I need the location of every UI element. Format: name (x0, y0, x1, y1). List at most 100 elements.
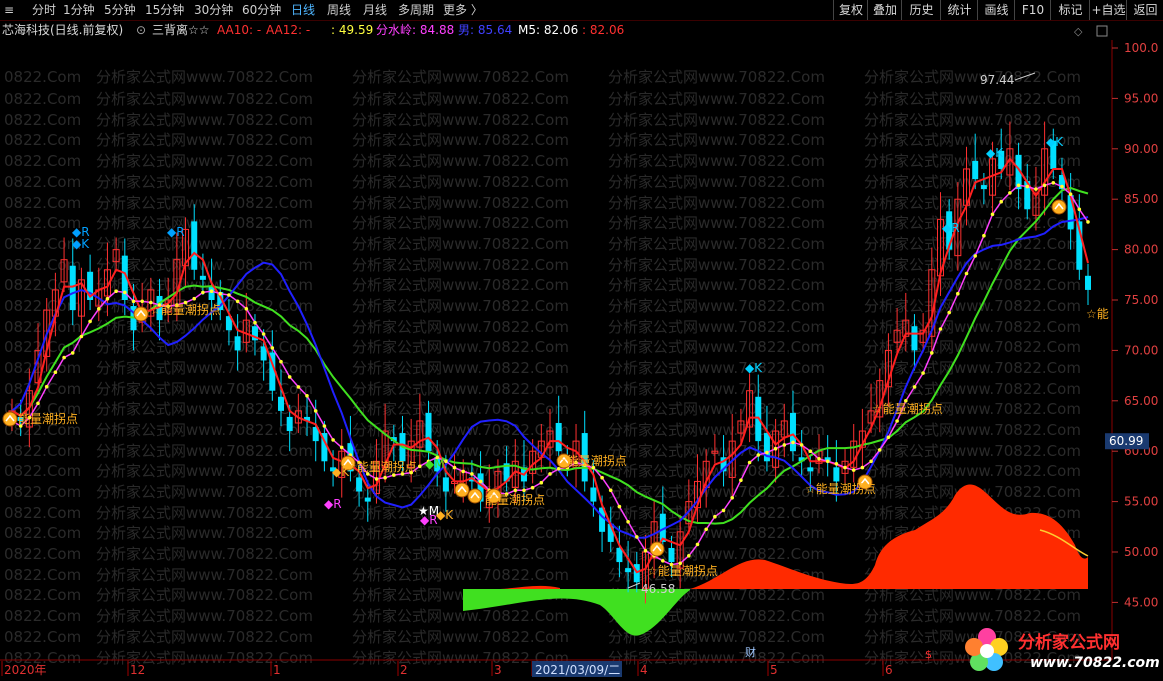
candle-body-down[interactable] (69, 265, 76, 311)
price-tick-label: 100.0 (1124, 41, 1158, 55)
yellow-dot (1077, 207, 1082, 212)
watermark-text: 分析家公式网www.70822.Com (864, 235, 1081, 253)
signal-mark: ◆K (332, 465, 350, 479)
watermark-text: 分析家公式网www.70822.Com (352, 380, 569, 398)
yellow-dot (799, 443, 804, 447)
turning-point-label: ☆能量潮拐点 (556, 453, 627, 468)
watermark-text: 分析家公式网www.70822.Com (864, 111, 1081, 129)
candle-body-down[interactable] (590, 487, 597, 502)
date-label: 6 (885, 663, 893, 677)
yellow-dot (270, 346, 275, 350)
financial-report-marker[interactable]: 财 (745, 645, 756, 659)
price-tick-label: 90.00 (1124, 142, 1158, 156)
watermark-text: 分析家公式网www.70822.Com (352, 152, 569, 170)
watermark-text: 分析家公式网www.70822.Com (96, 194, 313, 212)
yellow-dot (626, 520, 630, 524)
diamond-icon[interactable]: ◇ (1074, 25, 1083, 38)
yellow-dot (1034, 187, 1038, 191)
turning-point-label: ☆能量潮拐点 (805, 481, 876, 496)
yellow-dot (513, 488, 518, 493)
watermark-text: 分析家公式网www.70822.Com (352, 276, 569, 294)
date-label: 2020年 (4, 663, 47, 677)
yellow-dot (1068, 192, 1073, 196)
date-label: 3 (494, 663, 502, 677)
yellow-dot (105, 296, 110, 301)
yellow-dot (938, 327, 943, 331)
yellow-dot (886, 435, 891, 440)
yellow-dot (331, 438, 335, 442)
watermark-text: 分析家公式网www.70822.Com (352, 214, 569, 232)
yellow-dot (860, 465, 865, 470)
yellow-dot (608, 488, 613, 493)
watermark-text: 分析家公式网www.70822.Com (608, 504, 825, 522)
candle-body-down[interactable] (555, 422, 562, 452)
date-label: 12 (130, 663, 145, 677)
candle-body-down[interactable] (668, 547, 675, 563)
watermark-text: 分析家公式网www.70822.Com (352, 297, 569, 315)
candle-body-down[interactable] (833, 467, 840, 482)
candle-body-down[interactable] (807, 467, 814, 472)
watermark-text: 0822.Com (4, 442, 81, 460)
candle-body-down[interactable] (980, 185, 987, 190)
candle-body-down[interactable] (234, 336, 241, 351)
candle-body-down[interactable] (911, 326, 918, 351)
yellow-dot (617, 504, 622, 509)
watermark-text: 分析家公式网www.70822.Com (352, 90, 569, 108)
candle-body-down[interactable] (789, 412, 796, 452)
date-label: 2 (400, 663, 408, 677)
candle-body-down[interactable] (286, 416, 293, 432)
watermark-text: 0822.Com (4, 524, 81, 542)
candle-body-down[interactable] (364, 497, 371, 502)
turning-point-icon[interactable] (1051, 199, 1067, 215)
watermark-text: 0822.Com (4, 68, 81, 86)
yellow-dot (817, 457, 821, 461)
candle-body-down[interactable] (972, 160, 979, 180)
watermark-text: 分析家公式网www.70822.Com (608, 173, 825, 191)
candle-body-down[interactable] (442, 477, 449, 492)
watermark-text: 分析家公式网www.70822.Com (608, 152, 825, 170)
candle-body-down[interactable] (278, 396, 284, 411)
watermark-text: 0822.Com (4, 235, 81, 253)
yellow-dot (339, 445, 344, 450)
turning-point-icon[interactable] (649, 541, 665, 557)
watermark-text: 0822.Com (4, 586, 81, 604)
watermark-text: 分析家公式网www.70822.Com (96, 90, 313, 108)
watermark-text: 分析家公式网www.70822.Com (864, 421, 1081, 439)
yellow-dot (834, 462, 839, 466)
yellow-dot (600, 475, 604, 480)
candle-body-down[interactable] (356, 477, 363, 492)
turning-point-icon[interactable] (454, 482, 470, 498)
watermark-text: 分析家公式网www.70822.Com (608, 194, 825, 212)
watermark-text: 分析家公式网www.70822.Com (96, 421, 313, 439)
candle-body-down[interactable] (1085, 275, 1091, 290)
candle-body-down[interactable] (191, 221, 198, 270)
yellow-dot (808, 449, 813, 454)
yellow-dot (947, 310, 951, 315)
current-price-label: 60.99 (1109, 434, 1143, 448)
maximize-icon[interactable] (1096, 25, 1108, 37)
watermark-text: 分析家公式网www.70822.Com (608, 111, 825, 129)
price-tick-label: 95.00 (1124, 91, 1158, 105)
signal-mark: ◆K (1046, 135, 1064, 149)
watermark-text: 分析家公式网www.70822.Com (608, 68, 825, 86)
candle-body-down[interactable] (425, 412, 432, 452)
yellow-dot (747, 460, 752, 465)
watermark-text: 0822.Com (4, 131, 81, 149)
watermark-text: 分析家公式网www.70822.Com (864, 380, 1081, 398)
watermark-text: 分析家公式网www.70822.Com (352, 545, 569, 563)
dividend-marker[interactable]: $ (925, 648, 932, 661)
turning-point-icon[interactable] (467, 488, 483, 504)
turning-point-icon[interactable] (133, 306, 149, 322)
yellow-dot (123, 290, 127, 295)
candle-body-down[interactable] (625, 568, 632, 573)
watermark-text: 分析家公式网www.70822.Com (352, 359, 569, 377)
candle-body-down[interactable] (199, 275, 206, 280)
watermark-text: 分析家公式网www.70822.Com (608, 359, 825, 377)
watermark-text: 分析家公式网www.70822.Com (96, 214, 313, 232)
yellow-dot (739, 478, 743, 483)
kline-chart[interactable]: 0822.Com 分析家公式网www.70822.Com 分析家公式网www.708… (0, 0, 1163, 681)
turning-point-icon[interactable] (2, 411, 18, 427)
watermark-text: 分析家公式网www.70822.Com (96, 504, 313, 522)
watermark-text: 0822.Com (4, 566, 81, 584)
yellow-dot (782, 443, 787, 447)
